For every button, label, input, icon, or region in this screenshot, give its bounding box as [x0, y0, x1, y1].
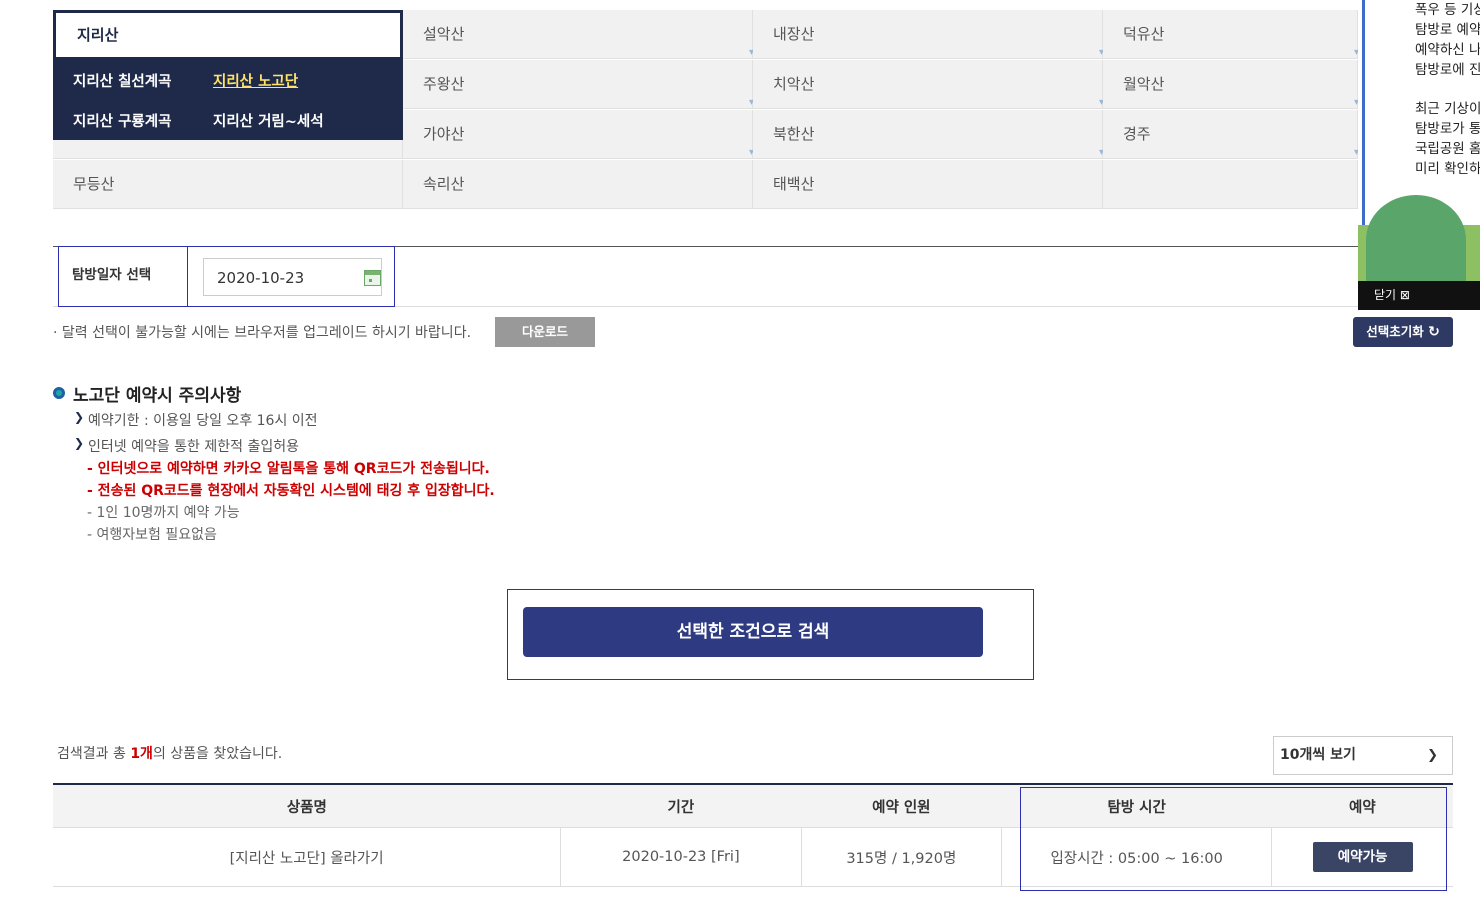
product-name: [지리산 노고단] 올라가기: [53, 827, 562, 887]
popup-line: 최근 기상이: [1415, 101, 1480, 117]
submenu-item-active[interactable]: 지리산 노고단: [213, 70, 298, 91]
mountain-illustration: [1366, 195, 1466, 285]
table-row: [지리산 노고단] 올라가기 2020-10-23 [Fri] 315명 / 1…: [53, 827, 1453, 887]
mountain-label: 덕유산: [1123, 25, 1165, 43]
mountain-label: 북한산: [773, 125, 815, 143]
caution-subitem: - 1인 10명까지 예약 가능: [87, 505, 240, 521]
submenu-item[interactable]: 지리산 구룡계곡: [73, 110, 171, 131]
reservation-count: 315명 / 1,920명: [801, 827, 1003, 887]
calendar-icon[interactable]: [364, 270, 381, 286]
popup-line: 탐방로 예약: [1415, 22, 1480, 38]
mountain-cell[interactable]: 치악산 ▾: [753, 60, 1104, 109]
popup-line: 국립공원 홈: [1415, 141, 1480, 157]
results-table: 상품명 기간 예약 인원 탐방 시간 예약 [지리산 노고단] 올라가기 202…: [53, 783, 1453, 887]
mountain-cell[interactable]: 덕유산 ▾: [1103, 10, 1359, 59]
caution-subitem-red: - 인터넷으로 예약하면 카카오 알림톡을 통해 QR코드가 전송됩니다.: [87, 461, 490, 477]
caution-title: 노고단 예약시 주의사항: [73, 386, 242, 406]
mountain-label: 태백산: [773, 175, 815, 193]
mountain-cell[interactable]: 북한산 ▾: [753, 110, 1104, 159]
reserve-button[interactable]: 예약가능: [1312, 842, 1413, 872]
result-count-prefix: 검색결과 총: [57, 746, 131, 762]
period: 2020-10-23 [Fri]: [560, 827, 802, 887]
popup-line: 탐방로에 진: [1415, 62, 1480, 78]
search-button[interactable]: 선택한 조건으로 검색: [523, 607, 983, 657]
reset-selection-button[interactable]: 선택초기화 ↻: [1353, 317, 1453, 347]
mountain-label: 치악산: [773, 75, 815, 93]
reset-label: 선택초기화: [1366, 324, 1424, 339]
notice-popup: 폭우 등 기상 탐방로 예약 예약하신 나 탐방로에 진 최근 기상이 탐방로가…: [1358, 0, 1480, 310]
mountain-label: 월악산: [1123, 75, 1165, 93]
mountain-selected-jirisan[interactable]: 지리산: [53, 10, 403, 60]
mountain-cell[interactable]: 무등산: [53, 160, 403, 209]
mountain-label: 무등산: [73, 175, 115, 193]
popup-spacer: [1415, 80, 1480, 99]
mountain-cell[interactable]: 주왕산 ▾: [403, 60, 754, 109]
popup-close-button[interactable]: 닫기 ⊠: [1358, 281, 1480, 310]
column-header: 상품명: [53, 784, 561, 828]
mountain-label: 내장산: [773, 25, 815, 43]
popup-text: 폭우 등 기상 탐방로 예약 예약하신 나 탐방로에 진 최근 기상이 탐방로가…: [1415, 0, 1480, 179]
column-header: 예약 인원: [801, 784, 1002, 828]
submenu-item[interactable]: 지리산 거림~세석: [213, 110, 324, 131]
mountain-cell[interactable]: [1103, 160, 1358, 209]
per-page-value: 10개씩 보기: [1280, 747, 1356, 763]
mountain-cell[interactable]: 설악산 ▾: [403, 10, 754, 59]
mountain-cell[interactable]: 가야산 ▾: [403, 110, 754, 159]
refresh-icon: ↻: [1428, 324, 1440, 340]
caution-subitem-red: - 전송된 QR코드를 현장에서 자동확인 시스템에 태깅 후 입장합니다.: [87, 483, 495, 499]
mountain-cell[interactable]: 월악산 ▾: [1103, 60, 1359, 109]
mountain-label: 경주: [1123, 125, 1151, 143]
submenu-item[interactable]: 지리산 칠선계곡: [73, 70, 171, 91]
mountain-label: 가야산: [423, 125, 465, 143]
chevron-down-icon: ❯: [1427, 748, 1438, 763]
download-button[interactable]: 다운로드: [495, 317, 595, 347]
caution-subitem: - 여행자보험 필요없음: [87, 527, 217, 543]
column-header: 기간: [560, 784, 802, 828]
visit-time: 입장시간 : 05:00 ~ 16:00: [1001, 827, 1273, 887]
column-header: 탐방 시간: [1001, 784, 1272, 828]
mountain-label: 주왕산: [423, 75, 465, 93]
jirisan-submenu: 지리산 칠선계곡 지리산 노고단 지리산 구룡계곡 지리산 거림~세석: [53, 60, 403, 140]
mountain-label: 설악산: [423, 25, 465, 43]
result-count-value: 1개: [130, 746, 153, 762]
caution-item: 예약기한 : 이용일 당일 오후 16시 이전: [73, 410, 318, 430]
table-header-row: 상품명 기간 예약 인원 탐방 시간 예약: [53, 784, 1453, 828]
mountain-label: 속리산: [423, 175, 465, 193]
result-count-suffix: 의 상품을 찾았습니다.: [152, 746, 283, 762]
popup-accent: [1362, 0, 1365, 225]
mountain-cell[interactable]: 내장산 ▾: [753, 10, 1104, 59]
reserve-cell: 예약가능: [1271, 827, 1453, 887]
popup-line: 예약하신 나: [1415, 42, 1480, 58]
mountain-cell[interactable]: 속리산: [403, 160, 753, 209]
popup-line: 미리 확인하: [1415, 161, 1480, 177]
per-page-select[interactable]: 10개씩 보기 ❯: [1273, 736, 1453, 775]
column-header: 예약: [1271, 784, 1453, 828]
mountain-cell[interactable]: 경주 ▾: [1103, 110, 1359, 159]
date-label: 탐방일자 선택: [58, 246, 188, 307]
browser-notice: · 달력 선택이 불가능할 시에는 브라우저를 업그레이드 하시기 바랍니다.: [53, 325, 472, 341]
caution-item: 인터넷 예약을 통한 제한적 출입허용: [73, 436, 299, 456]
bullet-icon: [53, 387, 65, 399]
popup-line: 탐방로가 통: [1415, 121, 1480, 137]
mountain-cell[interactable]: 태백산: [753, 160, 1103, 209]
date-input[interactable]: 2020-10-23: [203, 258, 382, 296]
popup-line: 폭우 등 기상: [1415, 2, 1480, 18]
result-count: 검색결과 총 1개의 상품을 찾았습니다.: [57, 743, 282, 763]
